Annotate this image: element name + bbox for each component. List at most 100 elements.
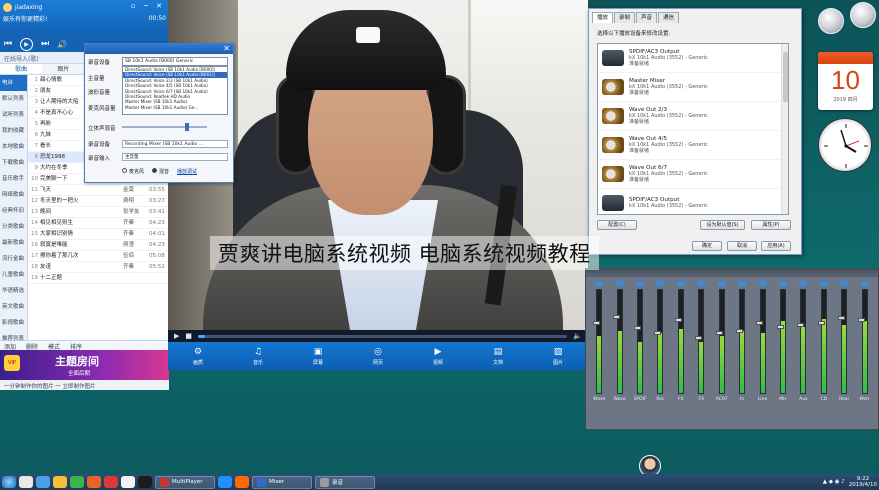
channel-fader[interactable]	[756, 320, 764, 325]
tab-images[interactable]: 图片	[42, 64, 84, 74]
channel-knob[interactable]	[819, 281, 828, 286]
channel-knob[interactable]	[636, 281, 645, 286]
app-white-icon[interactable]	[121, 476, 135, 488]
device-dropdown[interactable]: SB 10k1 Audio [B000] Generic	[122, 57, 228, 66]
play-icon[interactable]: ▶	[20, 37, 34, 51]
video-tool-button[interactable]: ▶ 视频	[433, 347, 443, 366]
video-seekbar[interactable]	[198, 334, 568, 338]
add-button[interactable]: 添加	[4, 342, 16, 351]
start-button-icon[interactable]	[2, 476, 16, 488]
song-row[interactable]: 12 冬天里的一把火 费翔 03:27	[28, 196, 169, 207]
video-volume-icon[interactable]: 🔈	[573, 332, 582, 340]
prev-icon[interactable]: ⏮	[4, 39, 12, 49]
channel-fader[interactable]	[695, 336, 703, 341]
device-list-scrollbar[interactable]	[781, 44, 788, 214]
apply-button[interactable]: 应用(A)	[761, 241, 791, 251]
song-row[interactable]: 15 大家相识别情 齐秦 04:01	[28, 229, 169, 240]
player-window-buttons[interactable]: ▫ ─ ✕	[131, 2, 165, 10]
sidebar-item[interactable]: 最新歌曲	[0, 235, 27, 251]
tab-sounds[interactable]: 声音	[636, 12, 658, 23]
channel-fader[interactable]	[735, 328, 743, 333]
volume-icon[interactable]: 🔊	[57, 40, 67, 49]
gadget-orb-icon[interactable]	[850, 2, 876, 28]
sidebar-item[interactable]: 英文歌曲	[0, 299, 27, 315]
sidebar-item[interactable]: 音乐歌手	[0, 171, 27, 187]
playback-device-row[interactable]: Wave Out 6/7 kX 10k1 Audio (3552) - Gener…	[598, 160, 788, 189]
radio-mix[interactable]: 混音	[152, 168, 169, 175]
folder-icon[interactable]	[53, 476, 67, 488]
sidebar-item[interactable]: 默认列表	[0, 91, 27, 107]
channel-fader[interactable]	[715, 331, 723, 335]
taskbar-task-record[interactable]: 录音	[315, 475, 375, 489]
channel-fader[interactable]	[654, 331, 662, 335]
device-option[interactable]: Master Mixer (SB 10k1 Audio) Ge...	[123, 105, 227, 110]
sidebar-item[interactable]: 网络歌曲	[0, 187, 27, 203]
set-default-button[interactable]: 设为默认值(S)	[700, 220, 745, 230]
channel-knob[interactable]	[595, 281, 604, 286]
playback-device-row[interactable]: Wave Out 2/3 kX 10k1 Audio (3552) - Gener…	[598, 102, 788, 131]
video-stop-icon[interactable]: ■	[185, 332, 192, 340]
song-row[interactable]: 16 寂寞是唯能 庾澄 04:23	[28, 240, 169, 251]
sidebar-item[interactable]: 流行金曲	[0, 251, 27, 267]
video-play-icon[interactable]: ▶	[174, 332, 179, 340]
sidebar-item[interactable]: 电台	[0, 75, 27, 91]
sidebar-item[interactable]: 影视歌曲	[0, 315, 27, 331]
playback-device-row[interactable]: SPDIF/AC3 Output kX 10k1 Audio (3552) - G…	[598, 44, 788, 73]
channel-fader[interactable]	[817, 320, 825, 325]
channel-knob[interactable]	[779, 281, 787, 286]
sidebar-item[interactable]: 下载歌曲	[0, 155, 27, 171]
playback-device-row[interactable]: Master Mixer kX 10k1 Audio (3552) - Gener…	[598, 73, 788, 102]
playback-device-row[interactable]: Wave Out 4/5 kX 10k1 Audio (3552) - Gener…	[598, 131, 788, 160]
song-row[interactable]: 18 友谊 齐秦 05:52	[28, 262, 169, 273]
video-tool-button[interactable]: ▨ 图片	[553, 347, 563, 366]
app-orange-icon[interactable]	[87, 476, 101, 488]
gadget-orb-icon[interactable]	[818, 8, 844, 34]
music-app-icon[interactable]	[104, 476, 118, 488]
app-chrome-icon[interactable]	[235, 476, 249, 488]
channel-knob[interactable]	[676, 281, 685, 286]
channel-knob[interactable]	[717, 281, 726, 286]
device-dropdown-list[interactable]: DirectSound: Voice (SB 10k1 Audio [B000]…	[122, 66, 228, 115]
channel-fader[interactable]	[674, 318, 682, 323]
channel-knob[interactable]	[697, 281, 706, 286]
channel-fader[interactable]	[593, 320, 600, 325]
channel-fader[interactable]	[797, 322, 805, 327]
configure-button[interactable]: 配置(C)	[597, 220, 637, 230]
channel-fader[interactable]	[858, 318, 866, 323]
tab-communications[interactable]: 通信	[658, 12, 680, 23]
channel-knob[interactable]	[799, 281, 808, 286]
promo-banner[interactable]: VIP 主题房间 全面后期	[0, 350, 169, 380]
taskbar-clock[interactable]: 9:22 2019/4/10	[849, 476, 877, 488]
app-blue-icon[interactable]	[218, 476, 232, 488]
debug-link[interactable]: 播放调试	[177, 168, 197, 175]
song-row[interactable]: 13 晚间 张学友 03:41	[28, 207, 169, 218]
video-tool-button[interactable]: ⚙ 画质	[193, 347, 203, 366]
song-row[interactable]: 14 相见相见则生 齐秦 04:23	[28, 218, 169, 229]
tab-songs[interactable]: 歌曲	[0, 64, 43, 74]
ok-button[interactable]: 确定	[692, 241, 722, 251]
taskbar-task-mixer[interactable]: Mixer	[252, 475, 312, 489]
search-icon[interactable]	[19, 476, 33, 488]
sidebar-item[interactable]: 儿童歌曲	[0, 267, 27, 283]
mode-button[interactable]: 模式	[48, 342, 60, 351]
sidebar-item[interactable]: 本地歌曲	[0, 139, 27, 155]
sidebar-item[interactable]: 试听列表	[0, 107, 27, 123]
channel-knob[interactable]	[738, 281, 747, 286]
sidebar-item[interactable]: 分类歌曲	[0, 219, 27, 235]
channel-fader[interactable]	[633, 325, 641, 330]
video-tool-button[interactable]: ▤ 文档	[493, 347, 503, 366]
channel-knob[interactable]	[840, 281, 849, 286]
channel-knob[interactable]	[656, 281, 665, 286]
sidebar-item[interactable]: 我的收藏	[0, 123, 27, 139]
tab-playback[interactable]: 播放	[592, 12, 614, 23]
browser-icon[interactable]	[36, 476, 50, 488]
cancel-button[interactable]: 取消	[727, 241, 757, 251]
user-avatar-icon[interactable]	[3, 3, 12, 12]
radio-mic[interactable]: 麦克风	[122, 168, 144, 175]
playback-device-row[interactable]: SPDIF/AC3 Output kX 10k1 Audio (3552) - G…	[598, 189, 788, 214]
video-tool-button[interactable]: ♫ 音乐	[253, 347, 263, 366]
tab-recording[interactable]: 录制	[614, 12, 636, 23]
stereo-mix-slider[interactable]	[122, 123, 207, 131]
next-icon[interactable]: ⏭	[41, 39, 49, 49]
video-tool-button[interactable]: ▣ 屏幕	[313, 347, 323, 366]
